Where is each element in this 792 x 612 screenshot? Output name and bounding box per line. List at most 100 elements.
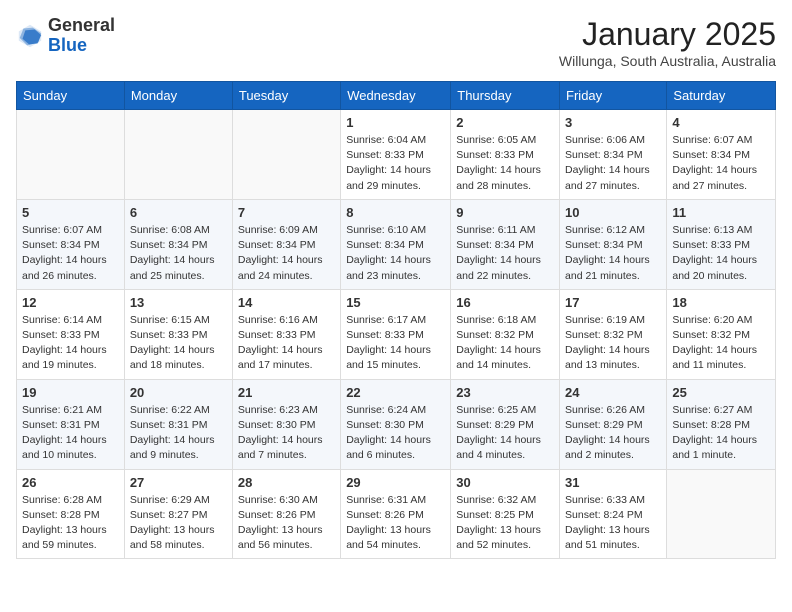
day-info: Sunrise: 6:16 AM Sunset: 8:33 PM Dayligh… — [238, 313, 335, 374]
day-number: 29 — [346, 475, 445, 490]
day-number: 19 — [22, 385, 119, 400]
calendar-body: 1Sunrise: 6:04 AM Sunset: 8:33 PM Daylig… — [17, 110, 776, 559]
calendar-week-row: 12Sunrise: 6:14 AM Sunset: 8:33 PM Dayli… — [17, 289, 776, 379]
weekday-header-thursday: Thursday — [451, 82, 560, 110]
calendar-cell: 8Sunrise: 6:10 AM Sunset: 8:34 PM Daylig… — [341, 199, 451, 289]
calendar-week-row: 19 Sunrise: 6:21 AM Sunset: 8:31 PM Dayli… — [17, 379, 776, 469]
day-info: Sunrise: 6:22 AM Sunset: 8:31 PM Dayligh… — [130, 403, 227, 464]
day-info: Sunrise: 6:29 AM Sunset: 8:27 PM Dayligh… — [130, 493, 227, 554]
day-info: Sunrise: 6:13 AM Sunset: 8:33 PM Dayligh… — [672, 223, 770, 284]
day-number: 2 — [456, 115, 554, 130]
day-number: 31 — [565, 475, 661, 490]
day-number: 9 — [456, 205, 554, 220]
calendar-cell: 27 Sunrise: 6:29 AM Sunset: 8:27 PM Dayli… — [124, 469, 232, 559]
day-number: 23 — [456, 385, 554, 400]
calendar-week-row: 1Sunrise: 6:04 AM Sunset: 8:33 PM Daylig… — [17, 110, 776, 200]
day-number: 28 — [238, 475, 335, 490]
day-info: Sunrise: 6:08 AM Sunset: 8:34 PM Dayligh… — [130, 223, 227, 284]
calendar-week-row: 5Sunrise: 6:07 AM Sunset: 8:34 PM Daylig… — [17, 199, 776, 289]
day-number: 22 — [346, 385, 445, 400]
day-info: Sunrise: 6:17 AM Sunset: 8:33 PM Dayligh… — [346, 313, 445, 374]
calendar-table: SundayMondayTuesdayWednesdayThursdayFrid… — [16, 81, 776, 559]
calendar-cell: 24Sunrise: 6:26 AM Sunset: 8:29 PM Dayli… — [560, 379, 667, 469]
weekday-header-friday: Friday — [560, 82, 667, 110]
day-info: Sunrise: 6:21 AM Sunset: 8:31 PM Dayligh… — [22, 403, 119, 464]
day-info: Sunrise: 6:25 AM Sunset: 8:29 PM Dayligh… — [456, 403, 554, 464]
day-info: Sunrise: 6:05 AM Sunset: 8:33 PM Dayligh… — [456, 133, 554, 194]
calendar-cell: 4Sunrise: 6:07 AM Sunset: 8:34 PM Daylig… — [667, 110, 776, 200]
day-number: 17 — [565, 295, 661, 310]
calendar-week-row: 26Sunrise: 6:28 AM Sunset: 8:28 PM Dayli… — [17, 469, 776, 559]
calendar-cell: 30 Sunrise: 6:32 AM Sunset: 8:25 PM Dayli… — [451, 469, 560, 559]
day-number: 13 — [130, 295, 227, 310]
calendar-cell: 7Sunrise: 6:09 AM Sunset: 8:34 PM Daylig… — [232, 199, 340, 289]
day-number: 20 — [130, 385, 227, 400]
weekday-header-monday: Monday — [124, 82, 232, 110]
day-info: Sunrise: 6:33 AM Sunset: 8:24 PM Dayligh… — [565, 493, 661, 554]
calendar-cell — [124, 110, 232, 200]
calendar-cell: 3 Sunrise: 6:06 AM Sunset: 8:34 PM Daylig… — [560, 110, 667, 200]
day-info: Sunrise: 6:09 AM Sunset: 8:34 PM Dayligh… — [238, 223, 335, 284]
day-number: 26 — [22, 475, 119, 490]
weekday-header-saturday: Saturday — [667, 82, 776, 110]
calendar-cell: 26Sunrise: 6:28 AM Sunset: 8:28 PM Dayli… — [17, 469, 125, 559]
weekday-header-row: SundayMondayTuesdayWednesdayThursdayFrid… — [17, 82, 776, 110]
day-info: Sunrise: 6:31 AM Sunset: 8:26 PM Dayligh… — [346, 493, 445, 554]
day-number: 15 — [346, 295, 445, 310]
location: Willunga, South Australia, Australia — [559, 53, 776, 69]
calendar-cell: 1Sunrise: 6:04 AM Sunset: 8:33 PM Daylig… — [341, 110, 451, 200]
day-info: Sunrise: 6:24 AM Sunset: 8:30 PM Dayligh… — [346, 403, 445, 464]
weekday-header-sunday: Sunday — [17, 82, 125, 110]
calendar-cell: 10 Sunrise: 6:12 AM Sunset: 8:34 PM Dayli… — [560, 199, 667, 289]
weekday-header-tuesday: Tuesday — [232, 82, 340, 110]
calendar-cell: 11 Sunrise: 6:13 AM Sunset: 8:33 PM Dayli… — [667, 199, 776, 289]
day-info: Sunrise: 6:32 AM Sunset: 8:25 PM Dayligh… — [456, 493, 554, 554]
month-title: January 2025 — [559, 16, 776, 53]
calendar-cell: 18 Sunrise: 6:20 AM Sunset: 8:32 PM Dayli… — [667, 289, 776, 379]
calendar-cell: 21 Sunrise: 6:23 AM Sunset: 8:30 PM Dayli… — [232, 379, 340, 469]
day-info: Sunrise: 6:20 AM Sunset: 8:32 PM Dayligh… — [672, 313, 770, 374]
day-number: 14 — [238, 295, 335, 310]
day-info: Sunrise: 6:11 AM Sunset: 8:34 PM Dayligh… — [456, 223, 554, 284]
logo: General Blue — [16, 16, 115, 56]
day-number: 30 — [456, 475, 554, 490]
day-number: 11 — [672, 205, 770, 220]
calendar-cell: 14 Sunrise: 6:16 AM Sunset: 8:33 PM Dayli… — [232, 289, 340, 379]
calendar-cell: 31 Sunrise: 6:33 AM Sunset: 8:24 PM Dayli… — [560, 469, 667, 559]
calendar-header: SundayMondayTuesdayWednesdayThursdayFrid… — [17, 82, 776, 110]
calendar-cell: 6 Sunrise: 6:08 AM Sunset: 8:34 PM Daylig… — [124, 199, 232, 289]
day-info: Sunrise: 6:06 AM Sunset: 8:34 PM Dayligh… — [565, 133, 661, 194]
logo-icon — [16, 22, 44, 50]
day-number: 8 — [346, 205, 445, 220]
logo-general: General — [48, 15, 115, 35]
day-number: 6 — [130, 205, 227, 220]
weekday-header-wednesday: Wednesday — [341, 82, 451, 110]
day-info: Sunrise: 6:12 AM Sunset: 8:34 PM Dayligh… — [565, 223, 661, 284]
day-number: 21 — [238, 385, 335, 400]
calendar-cell: 5Sunrise: 6:07 AM Sunset: 8:34 PM Daylig… — [17, 199, 125, 289]
calendar-cell: 25Sunrise: 6:27 AM Sunset: 8:28 PM Dayli… — [667, 379, 776, 469]
day-number: 27 — [130, 475, 227, 490]
calendar-cell: 9 Sunrise: 6:11 AM Sunset: 8:34 PM Daylig… — [451, 199, 560, 289]
calendar-cell: 28Sunrise: 6:30 AM Sunset: 8:26 PM Dayli… — [232, 469, 340, 559]
day-info: Sunrise: 6:23 AM Sunset: 8:30 PM Dayligh… — [238, 403, 335, 464]
page-header: General Blue January 2025 Willunga, Sout… — [16, 16, 776, 69]
day-info: Sunrise: 6:07 AM Sunset: 8:34 PM Dayligh… — [672, 133, 770, 194]
day-number: 10 — [565, 205, 661, 220]
day-info: Sunrise: 6:26 AM Sunset: 8:29 PM Dayligh… — [565, 403, 661, 464]
day-info: Sunrise: 6:14 AM Sunset: 8:33 PM Dayligh… — [22, 313, 119, 374]
calendar-cell: 23 Sunrise: 6:25 AM Sunset: 8:29 PM Dayli… — [451, 379, 560, 469]
day-number: 3 — [565, 115, 661, 130]
calendar-cell: 19 Sunrise: 6:21 AM Sunset: 8:31 PM Dayli… — [17, 379, 125, 469]
logo-blue: Blue — [48, 35, 87, 55]
day-number: 18 — [672, 295, 770, 310]
day-info: Sunrise: 6:18 AM Sunset: 8:32 PM Dayligh… — [456, 313, 554, 374]
calendar-cell: 22 Sunrise: 6:24 AM Sunset: 8:30 PM Dayli… — [341, 379, 451, 469]
day-number: 5 — [22, 205, 119, 220]
calendar-cell: 12Sunrise: 6:14 AM Sunset: 8:33 PM Dayli… — [17, 289, 125, 379]
day-info: Sunrise: 6:15 AM Sunset: 8:33 PM Dayligh… — [130, 313, 227, 374]
calendar-cell — [17, 110, 125, 200]
logo-text: General Blue — [48, 16, 115, 56]
calendar-cell — [667, 469, 776, 559]
calendar-cell: 20 Sunrise: 6:22 AM Sunset: 8:31 PM Dayli… — [124, 379, 232, 469]
